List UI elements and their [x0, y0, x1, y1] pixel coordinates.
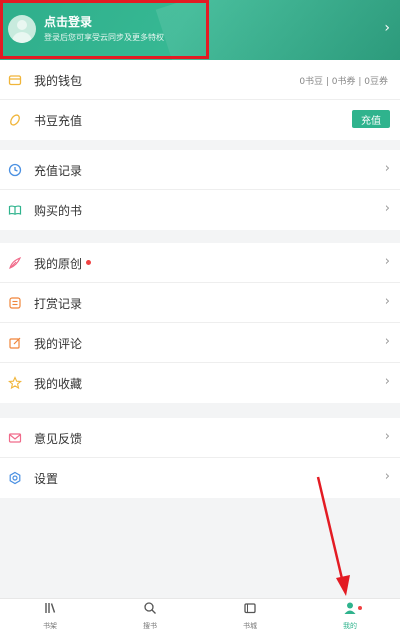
menu-item-my-originals[interactable]: 我的原创 ›: [0, 243, 400, 283]
edit-icon: [8, 336, 22, 350]
mail-icon: [8, 431, 22, 445]
menu-item-label: 书豆充值: [34, 114, 83, 128]
chevron-right-icon: ›: [384, 429, 390, 444]
menu-item-recharge-history[interactable]: 充值记录 ›: [0, 150, 400, 190]
menu-item-purchased-books[interactable]: 购买的书 ›: [0, 190, 400, 230]
chevron-right-icon: ›: [384, 374, 390, 389]
menu-item-feedback[interactable]: 意见反馈 ›: [0, 418, 400, 458]
chevron-right-icon: ›: [384, 469, 390, 484]
menu-item-reward-history[interactable]: 打赏记录 ›: [0, 283, 400, 323]
tab-bookshelf[interactable]: 书架: [0, 599, 100, 632]
list-icon: [8, 296, 22, 310]
clock-icon: [8, 163, 22, 177]
menu-item-recharge[interactable]: 书豆充值 充值: [0, 100, 400, 140]
menu-group-wallet: 我的钱包 0书豆 | 0书券 | 0豆券 书豆充值 充值: [0, 60, 400, 140]
chevron-right-icon: ›: [384, 294, 390, 309]
menu-item-label: 我的收藏: [34, 377, 83, 391]
tab-profile[interactable]: 我的: [300, 599, 400, 632]
menu-item-label: 设置: [34, 472, 59, 486]
bookshelf-icon: [43, 601, 57, 619]
tab-label: 书城: [243, 622, 257, 630]
bottom-tab-bar: 书架 搜书 书城 我的: [0, 598, 400, 632]
menu-item-label: 意见反馈: [34, 432, 83, 446]
chevron-right-icon: ›: [384, 201, 390, 216]
menu-item-label: 打赏记录: [34, 297, 83, 311]
tab-search[interactable]: 搜书: [100, 599, 200, 632]
gear-icon: [8, 471, 22, 485]
notification-dot: [358, 606, 362, 610]
menu-item-my-comments[interactable]: 我的评论 ›: [0, 323, 400, 363]
menu-item-label: 我的原创: [34, 257, 83, 271]
star-icon: [8, 376, 22, 390]
menu-group-activity: 我的原创 › 打赏记录 › 我的评论 › 我的收藏 ›: [0, 243, 400, 403]
menu-item-label: 我的评论: [34, 337, 83, 351]
chevron-right-icon[interactable]: ›: [384, 20, 390, 36]
menu-item-label: 我的钱包: [34, 74, 83, 88]
bean-icon: [8, 113, 22, 127]
recharge-button[interactable]: 充值: [352, 110, 390, 128]
tab-label: 书架: [43, 622, 57, 630]
menu-item-label: 购买的书: [34, 204, 83, 218]
tab-bookstore[interactable]: 书城: [200, 599, 300, 632]
menu-item-settings[interactable]: 设置 ›: [0, 458, 400, 498]
login-header[interactable]: 点击登录 登录后您可享受云同步及更多特权 ›: [0, 0, 400, 60]
chevron-right-icon: ›: [384, 334, 390, 349]
chevron-right-icon: ›: [384, 161, 390, 176]
menu-group-purchases: 充值记录 › 购买的书 ›: [0, 150, 400, 230]
balance-text: 0书豆 | 0书券 | 0豆券: [299, 77, 388, 87]
chevron-right-icon: ›: [384, 254, 390, 269]
menu-item-wallet[interactable]: 我的钱包 0书豆 | 0书券 | 0豆券: [0, 60, 400, 100]
notification-dot: [86, 260, 91, 265]
tab-label: 我的: [343, 622, 357, 630]
tab-label: 搜书: [143, 622, 157, 630]
book-icon: [8, 203, 22, 217]
profile-icon: [343, 601, 357, 619]
menu-group-misc: 意见反馈 › 设置 ›: [0, 418, 400, 498]
wallet-icon: [8, 73, 22, 87]
menu-item-my-favorites[interactable]: 我的收藏 ›: [0, 363, 400, 403]
search-icon: [143, 601, 157, 619]
bookstore-icon: [243, 601, 257, 619]
menu-item-label: 充值记录: [34, 164, 83, 178]
login-highlight-box: [0, 0, 209, 59]
feather-icon: [8, 256, 22, 270]
